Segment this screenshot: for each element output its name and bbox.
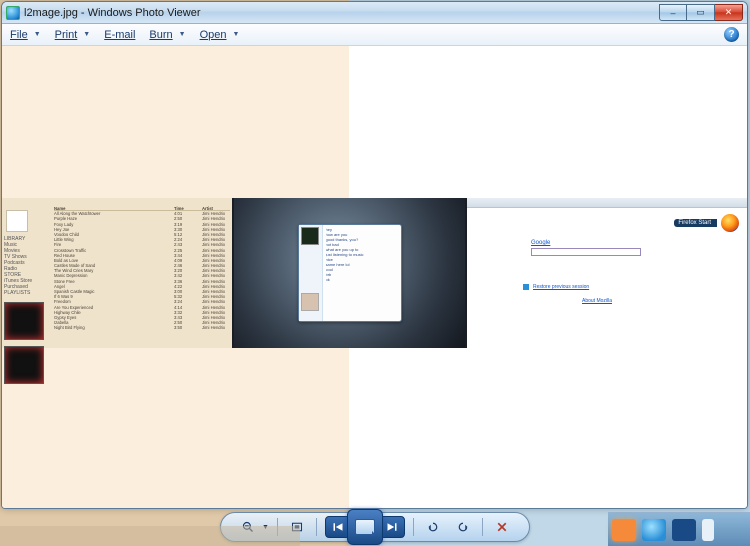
taskbar-glimpse-right: [608, 512, 750, 546]
separator: [413, 518, 414, 536]
album-thumbnail: [4, 346, 44, 384]
avatar: [301, 293, 319, 311]
next-icon: [386, 521, 398, 533]
google-link: Google: [531, 240, 641, 246]
chevron-down-icon: ▼: [83, 31, 90, 38]
previous-image-button[interactable]: [328, 517, 348, 537]
sidebar-item: PLAYLISTS: [4, 290, 50, 296]
firefox-search-area: Google: [531, 240, 641, 256]
separator: [482, 518, 483, 536]
screenshot-panel-firefox: Firefox Start Google Restore previous se…: [467, 198, 747, 348]
album-art-placeholder: [6, 210, 28, 232]
about-mozilla-link: About Mozilla: [582, 298, 612, 304]
album-thumbnail: [4, 302, 44, 340]
taskbar-app-icon[interactable]: [672, 519, 696, 541]
chevron-down-icon: ▼: [34, 31, 41, 38]
close-button[interactable]: ✕: [715, 4, 743, 21]
avatar: [301, 227, 319, 245]
cell: Jimi Hendrix: [202, 325, 230, 330]
menu-burn[interactable]: Burn▼: [149, 29, 185, 41]
help-icon[interactable]: ?: [724, 27, 739, 42]
restore-icon: [523, 284, 529, 290]
chat-line: ok: [326, 277, 398, 282]
chevron-down-icon: ▼: [233, 31, 240, 38]
cell: 3:50: [174, 325, 202, 330]
restore-session-link: Restore previous session: [533, 284, 589, 290]
firefox-brand: Firefox Start: [674, 214, 739, 232]
taskbar-app-icon[interactable]: [642, 519, 666, 541]
rotate-ccw-icon: [427, 521, 439, 533]
menubar: File▼ Print▼ E-mail Burn▼ Open▼ ?: [2, 24, 747, 46]
slideshow-button[interactable]: [347, 509, 383, 545]
cell: Night Bird Flying: [54, 325, 174, 330]
itunes-sidebar: LIBRARYMusicMoviesTV ShowsPodcastsRadioS…: [4, 208, 50, 344]
image-viewport: LIBRARYMusicMoviesTV ShowsPodcastsRadioS…: [2, 46, 747, 508]
rotate-cw-icon: [457, 521, 469, 533]
rotate-ccw-button[interactable]: [422, 516, 444, 538]
previous-icon: [332, 521, 344, 533]
menu-email[interactable]: E-mail: [104, 29, 135, 41]
minimize-button[interactable]: –: [659, 4, 687, 21]
photo-viewer-window: l2mage.jpg - Windows Photo Viewer – ▭ ✕ …: [1, 1, 748, 509]
screenshot-panel-desktop: heyhow are yougood thanks, you?not badwh…: [234, 198, 467, 348]
taskbar-app-icon[interactable]: [702, 519, 714, 541]
menu-print[interactable]: Print▼: [55, 29, 91, 41]
next-image-button[interactable]: [382, 517, 402, 537]
delete-button[interactable]: [491, 516, 513, 538]
rotate-cw-button[interactable]: [452, 516, 474, 538]
firefox-toolbar: [467, 198, 747, 208]
taskbar-glimpse-left: [0, 526, 300, 546]
menu-open[interactable]: Open▼: [200, 29, 240, 41]
search-input: [531, 248, 641, 256]
firefox-logo-icon: [721, 214, 739, 232]
window-title: l2mage.jpg - Windows Photo Viewer: [24, 7, 659, 19]
window-controls: – ▭ ✕: [659, 4, 743, 21]
chat-window: heyhow are yougood thanks, you?not badwh…: [298, 224, 402, 322]
chevron-down-icon: ▼: [179, 31, 186, 38]
screenshot-panel-itunes: LIBRARYMusicMoviesTV ShowsPodcastsRadioS…: [2, 198, 234, 348]
separator: [316, 518, 317, 536]
menu-file[interactable]: File▼: [10, 29, 41, 41]
slideshow-icon: [355, 519, 375, 535]
titlebar[interactable]: l2mage.jpg - Windows Photo Viewer – ▭ ✕: [2, 2, 747, 24]
itunes-track-list: NameTimeArtistAll Along the Watchtower4:…: [54, 206, 230, 344]
displayed-image: LIBRARYMusicMoviesTV ShowsPodcastsRadioS…: [2, 198, 747, 348]
chat-messages: heyhow are yougood thanks, you?not badwh…: [323, 225, 401, 321]
app-icon: [6, 6, 20, 20]
taskbar-app-icon[interactable]: [612, 519, 636, 541]
delete-x-icon: [496, 521, 508, 533]
maximize-button[interactable]: ▭: [687, 4, 715, 21]
navigation-group: [325, 516, 405, 538]
